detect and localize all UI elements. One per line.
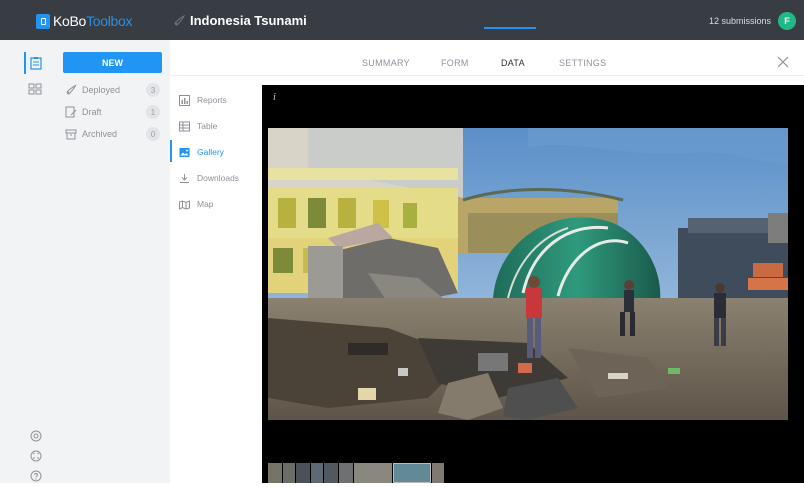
tab-form[interactable]: FORM xyxy=(441,58,469,68)
sidebar-item-label: Draft xyxy=(82,107,102,117)
rocket-icon xyxy=(174,14,186,26)
rocket-icon xyxy=(64,84,78,96)
submissions-count: 12 submissions xyxy=(709,16,772,26)
projects-nav-button[interactable] xyxy=(24,52,46,74)
subnav-active-indicator xyxy=(170,140,172,162)
thumbnail[interactable] xyxy=(296,463,310,483)
count-badge: 3 xyxy=(146,83,160,97)
projects-panel: NEW Deployed 3 Draft 1 Archived 0 xyxy=(48,40,170,483)
tab-settings[interactable]: SETTINGS xyxy=(559,58,606,68)
top-bar: KoBoToolbox Indonesia Tsunami 12 submiss… xyxy=(0,0,804,40)
count-badge: 0 xyxy=(146,127,160,141)
project-tabs-bar: SUMMARY FORM DATA SETTINGS xyxy=(170,48,804,76)
thumbnail[interactable] xyxy=(432,463,444,483)
gallery-icon xyxy=(178,147,190,158)
help-icon xyxy=(30,470,42,482)
subnav-label: Table xyxy=(197,121,218,131)
help-button[interactable] xyxy=(29,465,43,487)
github-button[interactable] xyxy=(29,445,43,467)
thumbnail[interactable] xyxy=(311,463,323,483)
thumbnail[interactable] xyxy=(283,463,295,483)
info-icon[interactable]: i xyxy=(273,92,276,103)
logo-toolbox-text: Toolbox xyxy=(86,13,133,29)
logo-kobo-text: KoBo xyxy=(53,13,87,29)
library-icon xyxy=(28,83,42,95)
left-rail xyxy=(0,40,48,483)
active-tab-indicator xyxy=(484,27,536,29)
data-subnav: Reports Table Gallery Downloads Map xyxy=(170,76,262,483)
user-avatar[interactable]: F xyxy=(778,12,796,30)
archive-icon xyxy=(64,128,78,140)
subnav-label: Gallery xyxy=(197,147,224,157)
table-icon xyxy=(178,121,190,132)
thumbnail-active[interactable] xyxy=(393,463,431,483)
subnav-item-gallery[interactable]: Gallery xyxy=(178,145,258,159)
thumbnail-strip xyxy=(268,463,444,483)
thumbnail[interactable] xyxy=(339,463,353,483)
draft-icon xyxy=(64,106,78,118)
sidebar-item-label: Archived xyxy=(82,129,118,139)
logo-mark-icon xyxy=(36,13,50,29)
subnav-label: Map xyxy=(197,199,214,209)
sidebar-item-deployed[interactable]: Deployed 3 xyxy=(64,82,164,98)
sidebar-item-label: Deployed xyxy=(82,85,121,95)
sidebar-item-archived[interactable]: Archived 0 xyxy=(64,126,164,142)
thumbnail[interactable] xyxy=(324,463,338,483)
gallery-photo[interactable] xyxy=(268,128,788,420)
clipboard-icon xyxy=(30,57,42,70)
project-title: Indonesia Tsunami xyxy=(190,13,307,28)
kobotoolbox-logo[interactable]: KoBoToolbox xyxy=(36,12,133,30)
map-icon xyxy=(178,199,190,210)
library-nav-button[interactable] xyxy=(24,78,46,100)
download-icon xyxy=(178,173,190,184)
thumbnail[interactable] xyxy=(354,463,392,483)
subnav-label: Reports xyxy=(197,95,227,105)
subnav-item-table[interactable]: Table xyxy=(178,119,258,133)
tab-summary[interactable]: SUMMARY xyxy=(362,58,410,68)
sidebar-item-draft[interactable]: Draft 1 xyxy=(64,104,164,120)
count-badge: 1 xyxy=(146,105,160,119)
new-project-button[interactable]: NEW xyxy=(63,52,162,73)
close-icon[interactable] xyxy=(776,55,790,69)
subnav-item-downloads[interactable]: Downloads xyxy=(178,171,258,185)
thumbnail[interactable] xyxy=(268,463,282,483)
tab-data[interactable]: DATA xyxy=(501,58,525,68)
subnav-label: Downloads xyxy=(197,173,240,183)
support-button[interactable] xyxy=(29,425,43,447)
github-icon xyxy=(30,450,42,462)
subnav-item-reports[interactable]: Reports xyxy=(178,93,258,107)
lifebuoy-icon xyxy=(30,430,42,442)
reports-icon xyxy=(178,94,190,106)
subnav-item-map[interactable]: Map xyxy=(178,197,258,211)
